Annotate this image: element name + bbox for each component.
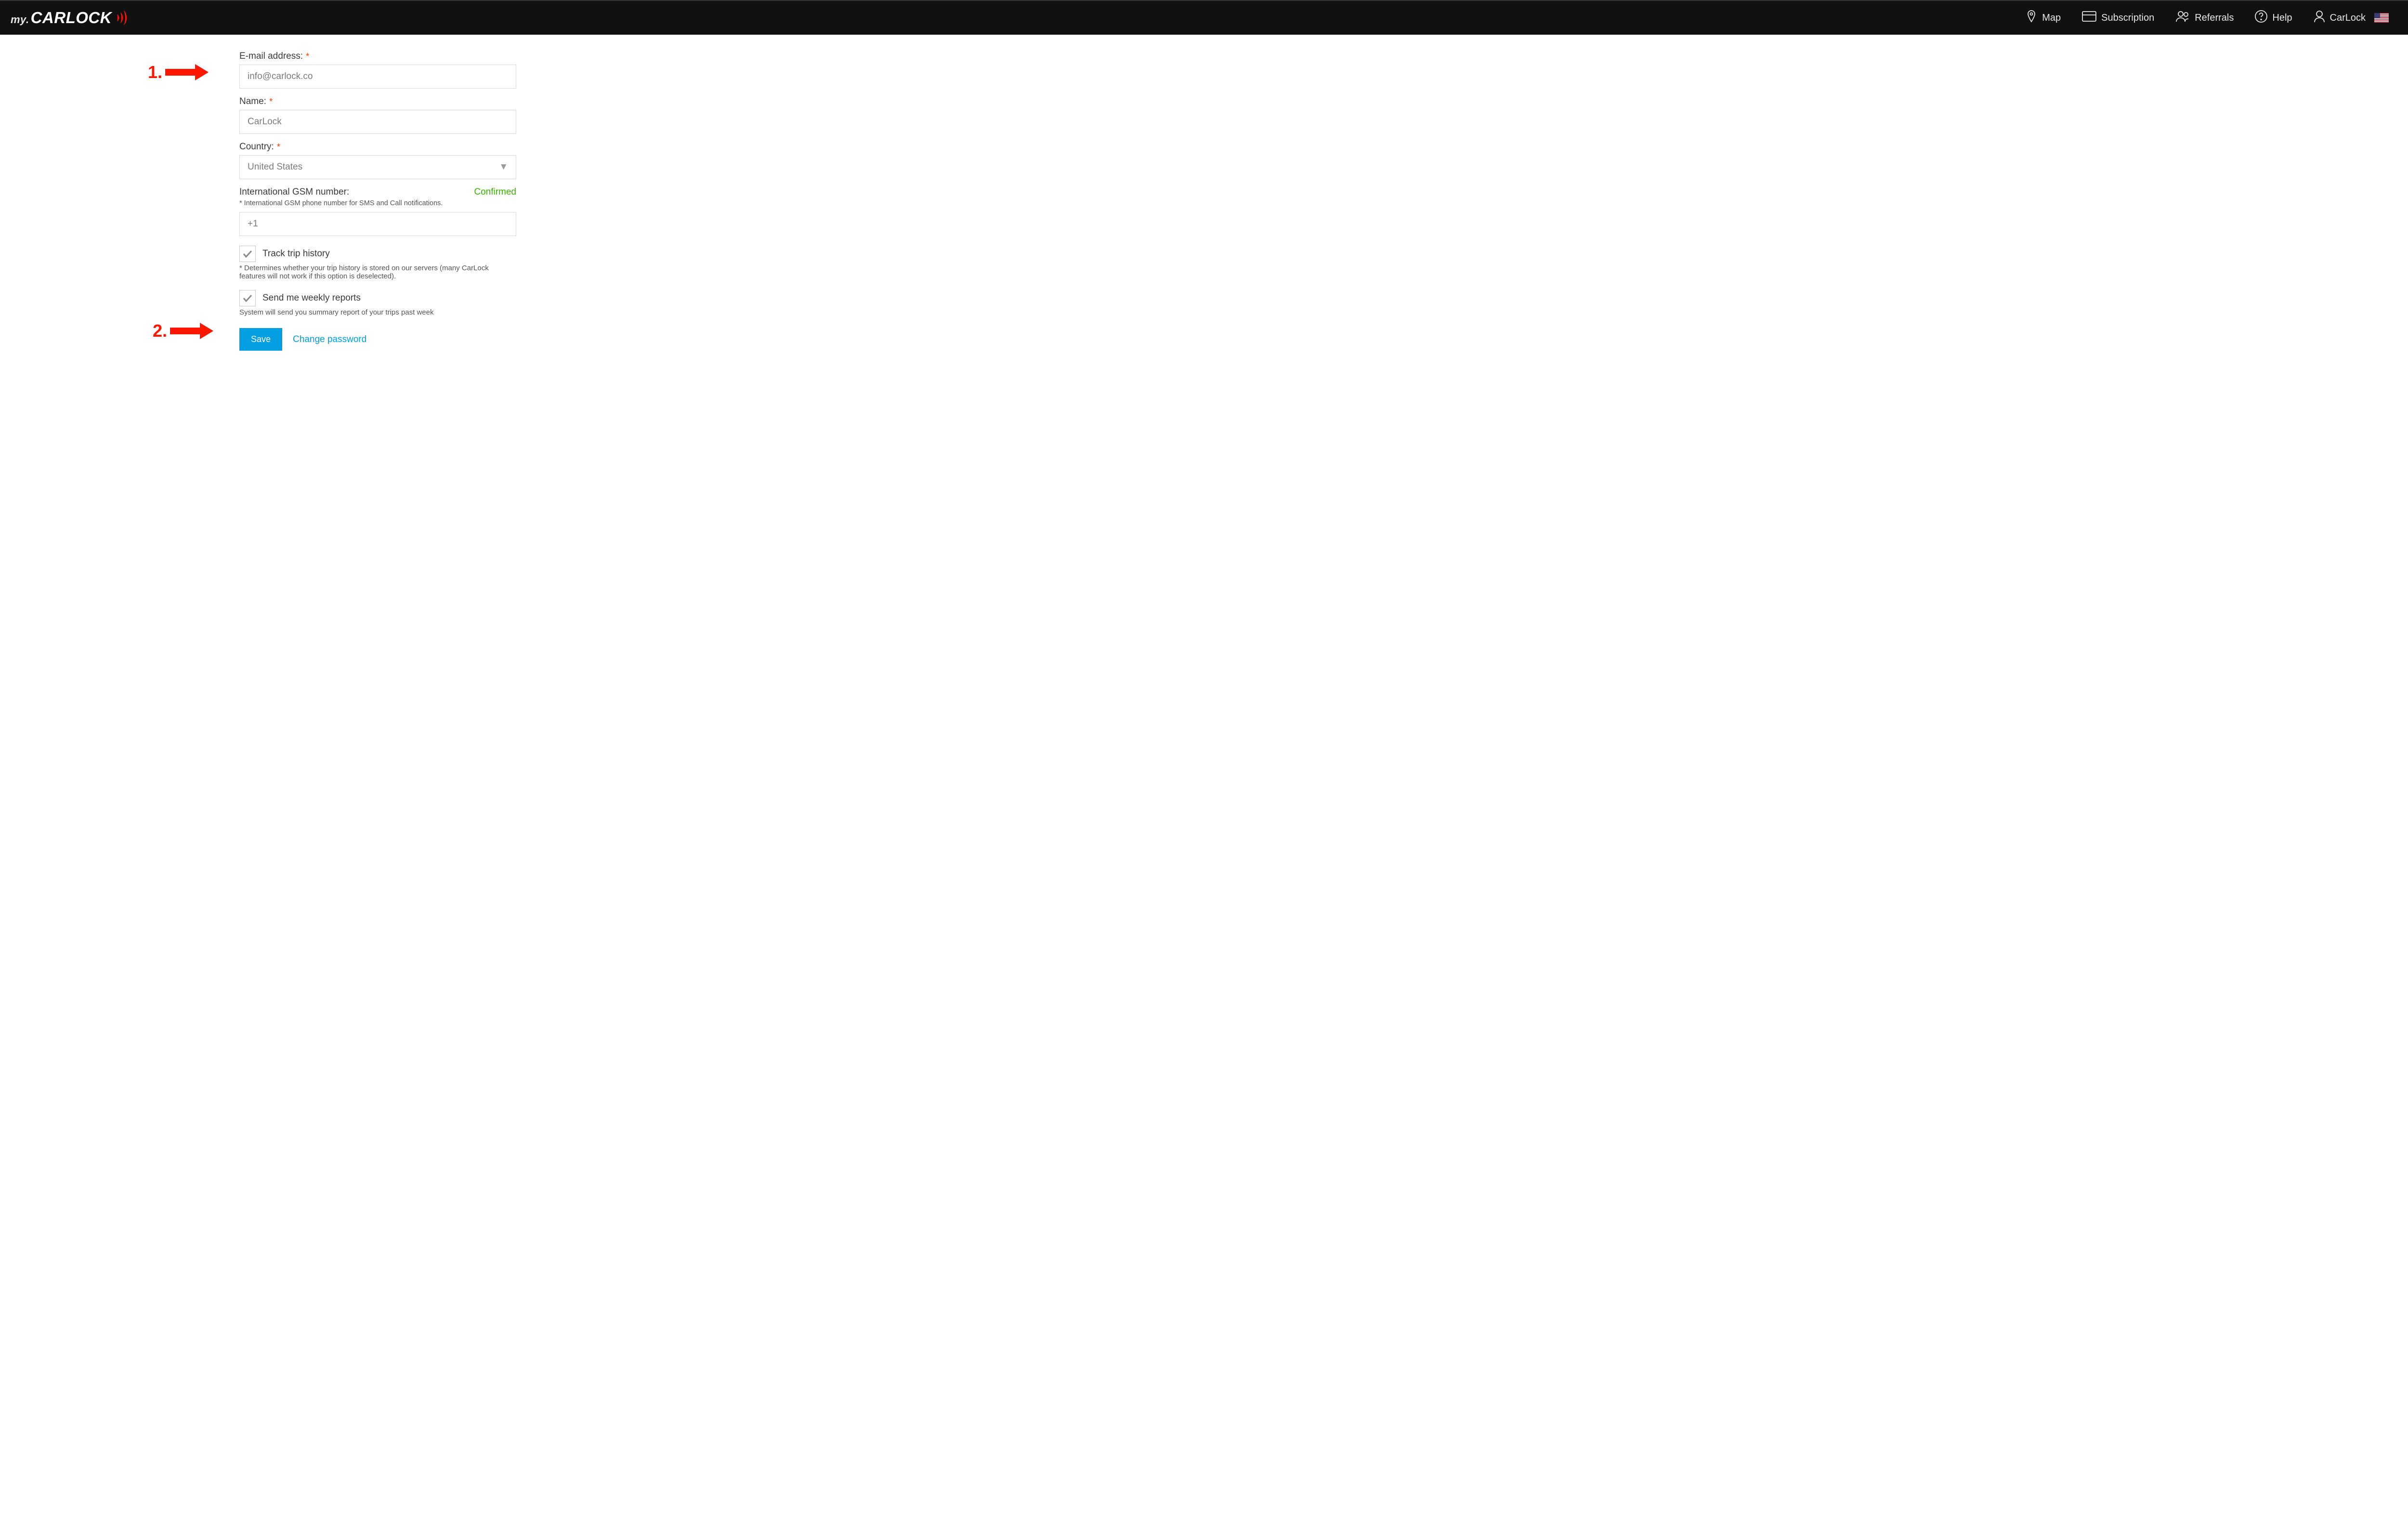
logo-brand: CARLOCK bbox=[31, 9, 112, 27]
checkmark-icon bbox=[243, 294, 252, 303]
required-marker: * bbox=[269, 97, 273, 107]
country-select[interactable]: United States ▼ bbox=[239, 155, 516, 179]
nav-label: Subscription bbox=[2101, 13, 2154, 24]
save-button[interactable]: Save bbox=[239, 328, 282, 351]
arrow-right-icon bbox=[165, 64, 209, 80]
caret-down-icon: ▼ bbox=[499, 162, 508, 172]
annotation-number: 1. bbox=[148, 62, 162, 82]
track-history-help: * Determines whether your trip history i… bbox=[239, 264, 516, 280]
annotation-step-2: 2. bbox=[153, 321, 213, 341]
name-field[interactable]: CarLock bbox=[239, 110, 516, 134]
logo-prefix: my. bbox=[11, 13, 29, 26]
required-marker: * bbox=[277, 142, 280, 152]
nav-map[interactable]: Map bbox=[2015, 1, 2071, 35]
signal-icon bbox=[115, 11, 124, 25]
annotation-number: 2. bbox=[153, 321, 167, 341]
nav-label: Help bbox=[2272, 13, 2292, 24]
nav-label: Map bbox=[2042, 13, 2061, 24]
nav-subscription[interactable]: Subscription bbox=[2071, 1, 2165, 35]
nav-label: Referrals bbox=[2195, 13, 2234, 24]
nav-referrals[interactable]: Referrals bbox=[2165, 1, 2244, 35]
navbar: my. CARLOCK Map Subscription Referrals H… bbox=[0, 0, 2408, 35]
arrow-right-icon bbox=[170, 323, 213, 339]
nav-label: CarLock bbox=[2330, 13, 2366, 24]
email-field[interactable]: info@carlock.co bbox=[239, 65, 516, 89]
track-history-label: Track trip history bbox=[262, 249, 330, 259]
annotation-step-1: 1. bbox=[148, 62, 209, 82]
gsm-value: +1 bbox=[248, 219, 258, 229]
weekly-reports-label: Send me weekly reports bbox=[262, 293, 361, 303]
name-value: CarLock bbox=[248, 117, 282, 127]
logo[interactable]: my. CARLOCK bbox=[11, 9, 124, 27]
flag-us-icon bbox=[2374, 13, 2389, 23]
gsm-status: Confirmed bbox=[474, 187, 516, 198]
required-marker: * bbox=[306, 52, 309, 62]
email-label: E-mail address:* bbox=[239, 51, 516, 62]
track-history-checkbox[interactable] bbox=[239, 246, 256, 262]
name-label: Name:* bbox=[239, 96, 516, 107]
user-icon bbox=[2314, 10, 2325, 26]
card-icon bbox=[2082, 11, 2096, 25]
gsm-help-text: * International GSM phone number for SMS… bbox=[239, 199, 516, 207]
weekly-reports-help: System will send you summary report of y… bbox=[239, 308, 516, 316]
weekly-reports-checkbox[interactable] bbox=[239, 290, 256, 306]
country-label: Country:* bbox=[239, 142, 516, 152]
help-icon bbox=[2255, 10, 2267, 26]
gsm-field[interactable]: +1 bbox=[239, 212, 516, 236]
country-value: United States bbox=[248, 162, 302, 172]
email-value: info@carlock.co bbox=[248, 71, 313, 82]
change-password-link[interactable]: Change password bbox=[293, 334, 366, 345]
form-container: 1. 2. E-mail address:* info@carlock.co N… bbox=[0, 35, 2408, 370]
gsm-label: International GSM number: bbox=[239, 187, 349, 198]
nav-account[interactable]: CarLock bbox=[2303, 1, 2399, 35]
checkmark-icon bbox=[243, 250, 252, 258]
people-icon bbox=[2175, 11, 2190, 25]
nav-help[interactable]: Help bbox=[2244, 1, 2303, 35]
map-pin-icon bbox=[2026, 10, 2037, 26]
